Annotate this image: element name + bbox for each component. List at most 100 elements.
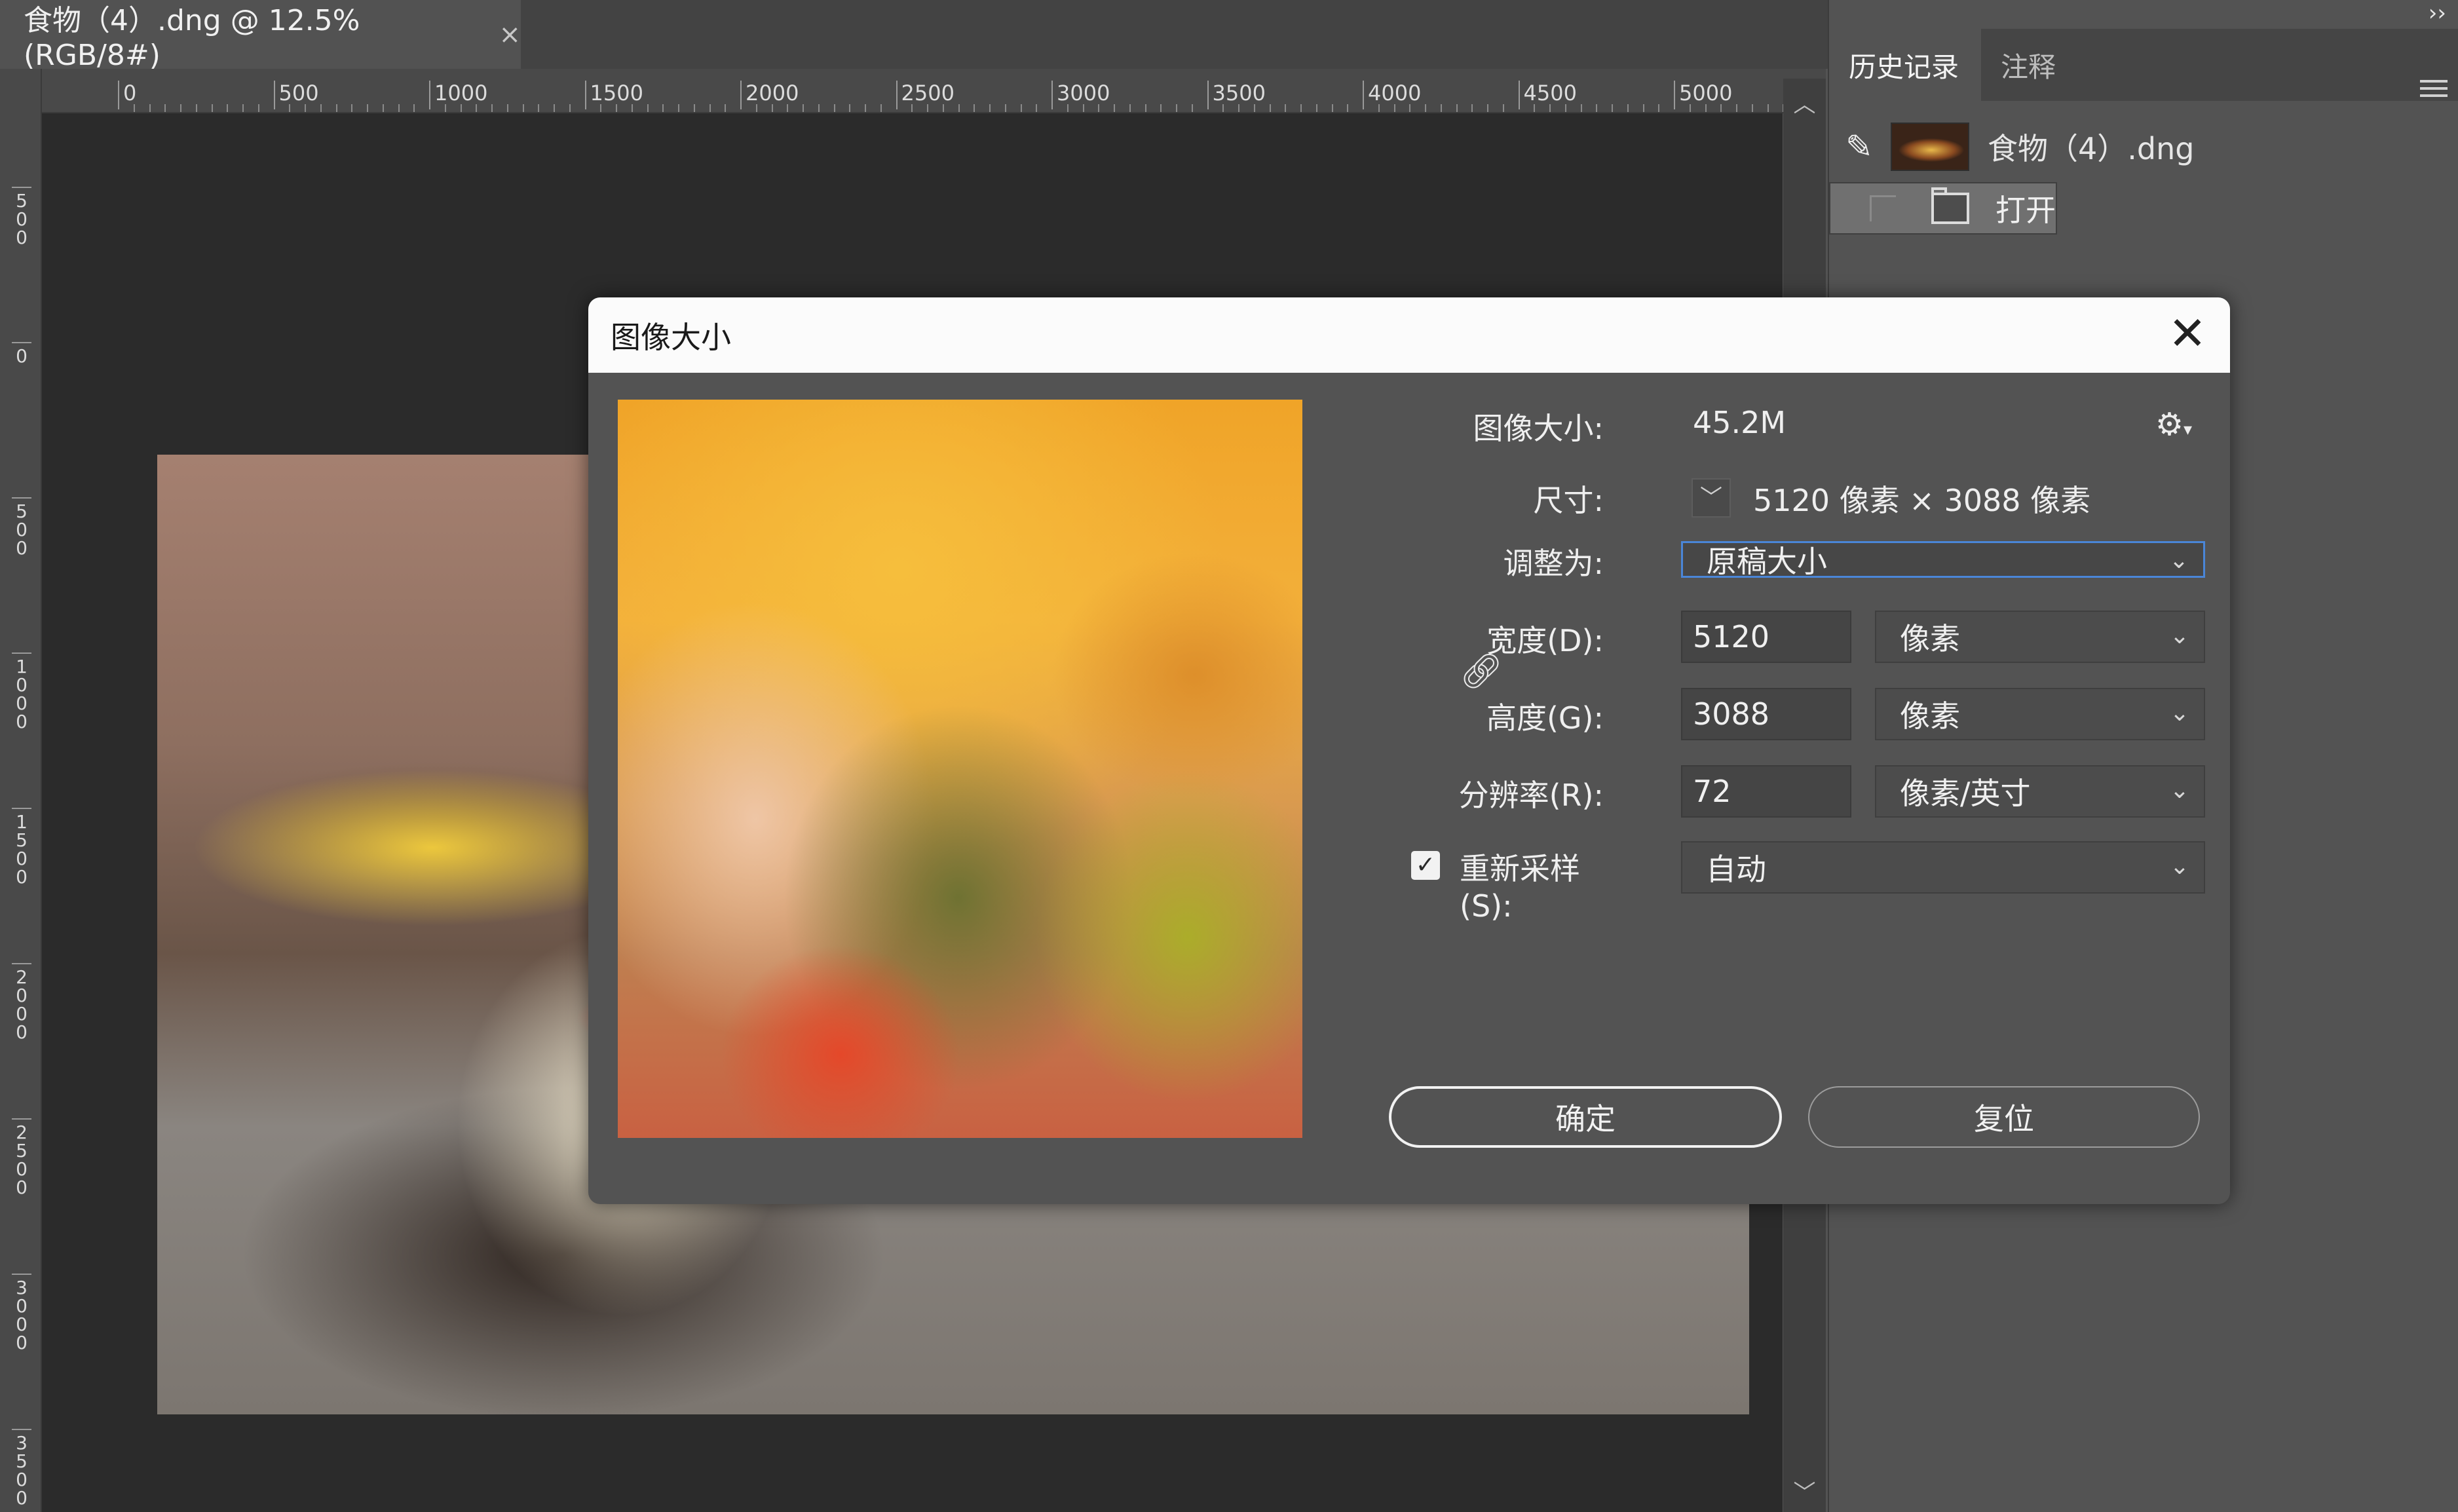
ruler-minor-tick — [1285, 104, 1287, 112]
ruler-minor-tick — [1067, 104, 1068, 112]
fit-to-select[interactable]: 原稿大小 ⌄ — [1681, 541, 2205, 579]
ruler-label: 3000 — [1051, 81, 1110, 109]
height-label: 高度(G): — [1486, 700, 1604, 736]
ruler-minor-tick — [1238, 104, 1239, 112]
ruler-minor-tick — [398, 104, 400, 112]
ruler-minor-tick — [662, 104, 664, 112]
ruler-label: 500 — [12, 497, 31, 558]
ok-button[interactable]: 确定 — [1389, 1086, 1782, 1148]
image-preview[interactable] — [618, 400, 1302, 1138]
ruler-minor-tick — [616, 104, 617, 112]
ruler-minor-tick — [1004, 104, 1006, 112]
height-unit-value: 像素 — [1900, 698, 1960, 734]
ruler-minor-tick — [506, 104, 508, 112]
chevron-down-icon: ⌄ — [2169, 622, 2189, 649]
ruler-label-text: 3500 — [16, 1432, 28, 1509]
ruler-minor-tick — [1627, 104, 1629, 112]
ruler-minor-tick — [1129, 104, 1131, 112]
dialog-close-icon[interactable]: ✕ — [2165, 311, 2210, 358]
history-state-open[interactable]: 打开 — [1829, 182, 2057, 235]
resample-checkbox[interactable]: ✓ — [1411, 851, 1440, 880]
ruler-minor-tick — [164, 104, 166, 112]
ruler-label: 5000 — [1674, 81, 1732, 109]
settings-gear-icon[interactable]: ⚙▾ — [2155, 406, 2192, 443]
snapshot-thumbnail — [1891, 123, 1969, 171]
scroll-down-icon[interactable]: ﹀ — [1783, 1475, 1826, 1507]
ruler-minor-tick — [522, 104, 524, 112]
ruler-minor-tick — [1705, 104, 1707, 112]
ruler-label-text: 500 — [16, 501, 28, 559]
ruler-label-text: 0 — [16, 345, 28, 367]
resolution-unit-value: 像素/英寸 — [1900, 776, 2031, 811]
ruler-minor-tick — [1409, 104, 1411, 112]
resolution-input[interactable]: 72 — [1681, 765, 1851, 818]
tab-history[interactable]: 历史记录 — [1829, 29, 1981, 101]
ruler-minor-tick — [1549, 104, 1551, 112]
scroll-up-icon[interactable]: ︿ — [1783, 86, 1826, 119]
height-unit-select[interactable]: 像素 ⌄ — [1875, 688, 2205, 740]
ruler-minor-tick — [1036, 104, 1038, 112]
document-tab[interactable]: 食物（4）.dng @ 12.5%(RGB/8#) × — [0, 0, 521, 72]
ruler-minor-tick — [1440, 104, 1442, 112]
width-input[interactable]: 5120 — [1681, 611, 1851, 663]
collapse-panels-icon[interactable]: ›› — [2429, 0, 2446, 26]
image-size-dialog: 图像大小 ✕ 图像大小: 45.2M ⚙▾ 尺寸: ﹀ 5120 像素 × 30… — [588, 297, 2230, 1204]
chevron-down-icon: ⌄ — [2169, 853, 2189, 880]
width-unit-select[interactable]: 像素 ⌄ — [1875, 611, 2205, 663]
ruler-minor-tick — [1580, 104, 1582, 112]
chevron-down-icon: ⌄ — [2169, 700, 2189, 727]
ruler-minor-tick — [678, 104, 679, 112]
height-input[interactable]: 3088 — [1681, 688, 1851, 740]
ruler-minor-tick — [1020, 104, 1022, 112]
ruler-minor-tick — [693, 104, 695, 112]
dialog-title: 图像大小 — [611, 319, 731, 355]
ruler-label: 3500 — [1207, 81, 1266, 109]
resolution-unit-select[interactable]: 像素/英寸 ⌄ — [1875, 765, 2205, 818]
ruler-minor-tick — [1720, 104, 1722, 112]
history-state-label: 打开 — [1995, 193, 2056, 228]
constrain-proportions-link-icon[interactable]: 🔗︎ — [1460, 651, 1503, 691]
close-tab-icon[interactable]: × — [499, 20, 521, 50]
ruler-minor-tick — [1347, 104, 1349, 112]
ruler-label: 2500 — [12, 1118, 31, 1197]
vertical-ruler[interactable]: 500 0 500 1000 1500 2000 2500 3000 3500 — [0, 69, 42, 1512]
ruler-minor-tick — [351, 104, 353, 112]
ruler-minor-tick — [880, 104, 882, 112]
ruler-minor-tick — [367, 104, 368, 112]
ruler-minor-tick — [600, 104, 602, 112]
ruler-minor-tick — [1564, 104, 1566, 112]
ruler-minor-tick — [1612, 104, 1613, 112]
ruler-minor-tick — [569, 104, 571, 112]
resample-select[interactable]: 自动 ⌄ — [1681, 841, 2205, 894]
ruler-minor-tick — [1471, 104, 1473, 112]
history-source-checkbox[interactable] — [1870, 195, 1896, 221]
document-tab-title: 食物（4）.dng @ 12.5%(RGB/8#) — [24, 4, 360, 72]
dialog-title-bar[interactable]: 图像大小 ✕ — [588, 297, 2230, 373]
ruler-minor-tick — [942, 104, 944, 112]
ruler-minor-tick — [1751, 104, 1753, 112]
ruler-label: 0 — [12, 342, 31, 366]
ruler-minor-tick — [1300, 104, 1302, 112]
ruler-minor-tick — [242, 104, 244, 112]
dimensions-units-chevron-icon[interactable]: ﹀ — [1692, 478, 1731, 518]
ruler-label-text: 3000 — [16, 1277, 28, 1353]
history-snapshot[interactable]: ✎ 食物（4）.dng — [1829, 111, 2411, 182]
panel-menu-icon[interactable] — [2420, 80, 2448, 102]
ruler-label-text: 1000 — [16, 656, 28, 732]
tab-notes[interactable]: 注释 — [1981, 29, 2086, 101]
ruler-label: 1500 — [584, 81, 643, 109]
resample-label: 重新采样(S): — [1460, 851, 1580, 924]
ruler-minor-tick — [257, 104, 259, 112]
ruler-label: 1500 — [12, 808, 31, 886]
ruler-minor-tick — [1502, 104, 1504, 112]
ruler-label: 3000 — [12, 1274, 31, 1352]
ruler-minor-tick — [911, 104, 913, 112]
reset-button[interactable]: 复位 — [1808, 1086, 2200, 1148]
ruler-minor-tick — [538, 104, 540, 112]
ruler-minor-tick — [974, 104, 975, 112]
ruler-label-text: 2000 — [16, 966, 28, 1043]
ruler-label: 500 — [273, 81, 319, 109]
history-brush-icon[interactable]: ✎ — [1841, 128, 1878, 165]
ruler-label: 4000 — [1363, 81, 1421, 109]
horizontal-ruler[interactable]: 0 500 1000 1500 2000 2500 3000 3500 4000 4500 5000 — [41, 69, 1826, 113]
